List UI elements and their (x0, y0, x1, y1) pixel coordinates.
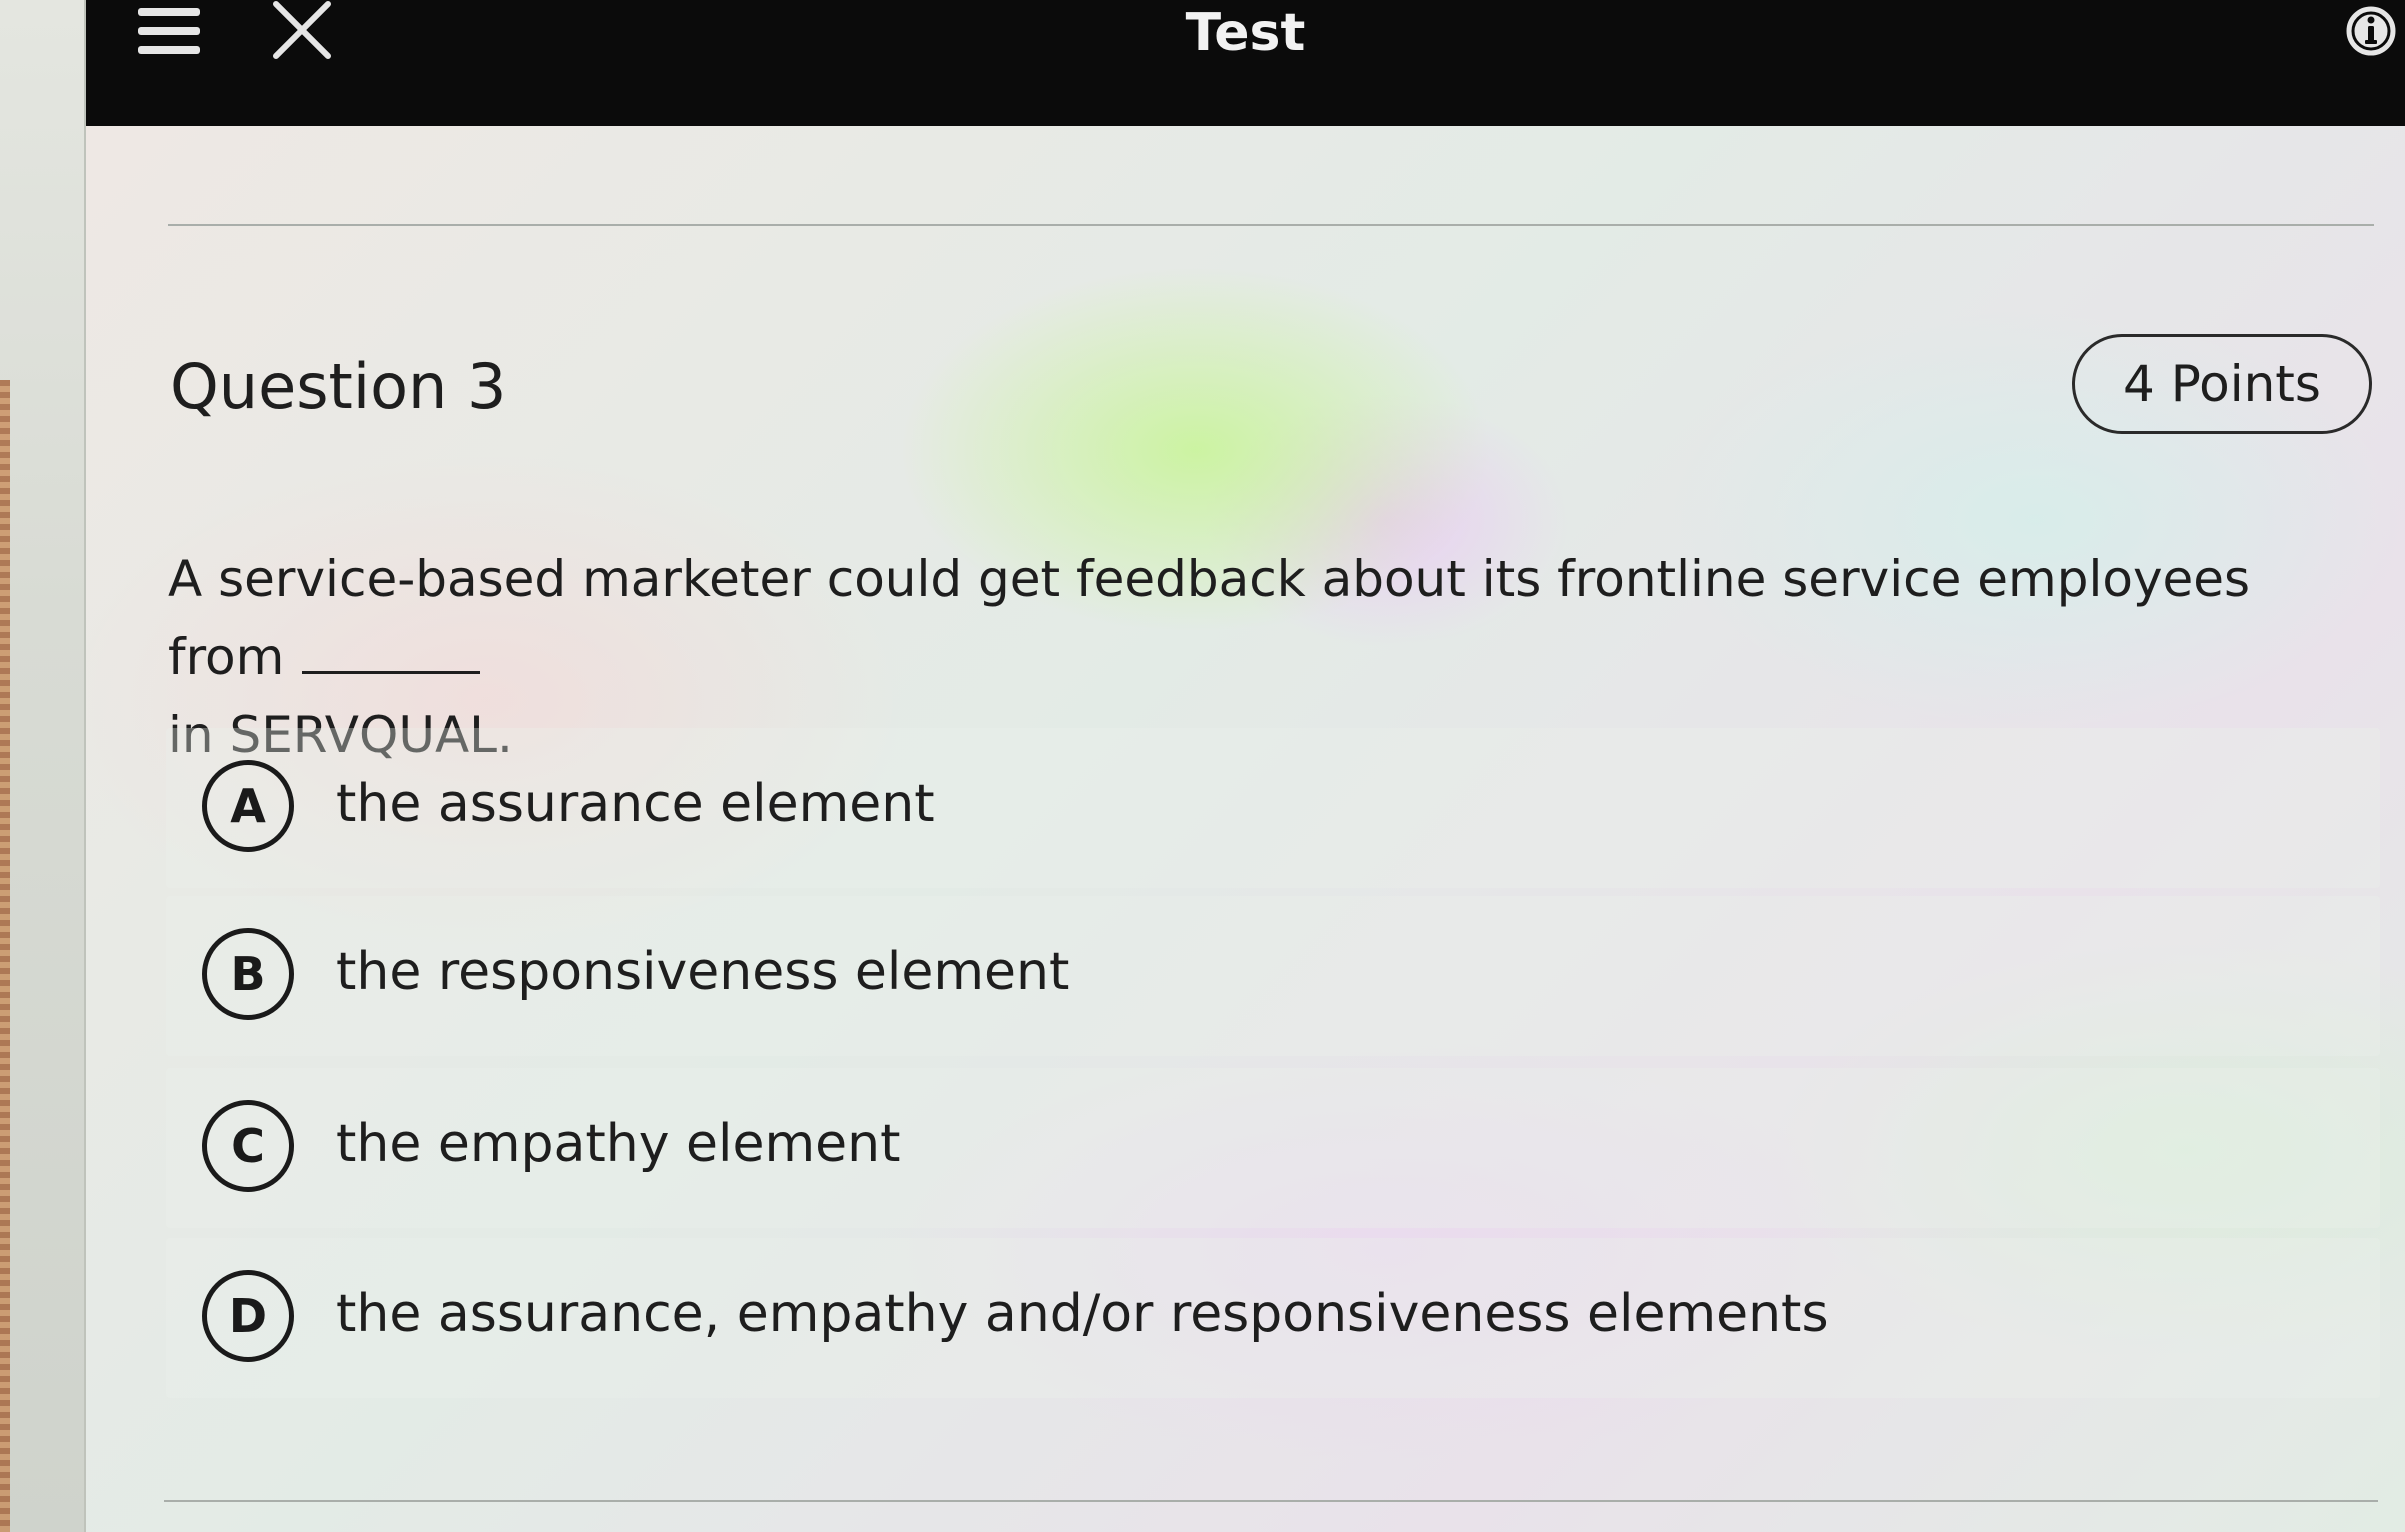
answer-option-a[interactable]: A the assurance element (166, 728, 2380, 888)
option-letter-badge: D (202, 1270, 294, 1362)
option-label: the responsiveness element (336, 942, 1070, 1002)
option-letter-badge: C (202, 1100, 294, 1192)
option-label: the assurance element (336, 774, 935, 834)
option-letter-badge: B (202, 928, 294, 1020)
answer-option-b[interactable]: B the responsiveness element (166, 896, 2380, 1056)
option-label: the empathy element (336, 1114, 901, 1174)
option-label: the assurance, empathy and/or responsive… (336, 1284, 1829, 1344)
divider (164, 1500, 2378, 1502)
divider (168, 224, 2374, 226)
answer-option-d[interactable]: D the assurance, empathy and/or responsi… (166, 1238, 2380, 1398)
answer-option-c[interactable]: C the empathy element (166, 1068, 2380, 1228)
top-bar: Test (86, 0, 2405, 126)
background-edge (0, 0, 87, 1532)
answer-blank (302, 670, 481, 674)
page-title: Test (1185, 3, 1306, 63)
info-icon[interactable] (2344, 4, 2398, 58)
option-letter-badge: A (202, 760, 294, 852)
question-text-before-blank: A service-based marketer could get feedb… (168, 550, 2251, 686)
background-edge-pattern (0, 380, 10, 1532)
points-badge: 4 Points (2072, 334, 2372, 434)
quiz-app: Test Question 3 4 Points A service-based… (86, 0, 2405, 1532)
question-title: Question 3 (170, 350, 507, 423)
